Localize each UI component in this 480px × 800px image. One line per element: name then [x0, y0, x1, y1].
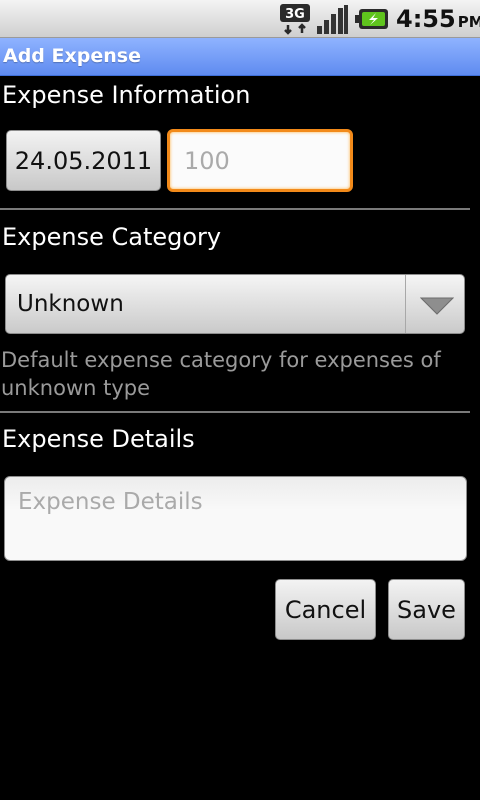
chevron-down-icon	[420, 297, 454, 315]
amount-input[interactable]: 100	[167, 129, 353, 192]
battery-charging-icon	[355, 9, 388, 29]
svg-text:3G: 3G	[285, 7, 305, 22]
section-divider	[0, 411, 470, 413]
3g-data-icon: 3G	[280, 4, 310, 35]
clock-time: 4:55	[396, 5, 456, 33]
title-bar: Add Expense	[0, 38, 480, 76]
expense-details-label: Expense Details	[2, 425, 195, 453]
cancel-button[interactable]: Cancel	[275, 579, 376, 640]
expense-details-input[interactable]: Expense Details	[4, 476, 467, 561]
status-clock: 4:55 PM	[396, 5, 480, 33]
page-title: Add Expense	[3, 45, 141, 67]
expense-information-label: Expense Information	[2, 81, 251, 109]
date-picker-button[interactable]: 24.05.2011	[6, 130, 161, 191]
dropdown-separator	[405, 275, 406, 333]
signal-strength-icon	[317, 5, 348, 34]
section-divider	[0, 208, 470, 210]
save-button[interactable]: Save	[388, 579, 465, 640]
status-bar: 3G 4:55 PM	[0, 0, 480, 38]
category-selected-value: Unknown	[17, 291, 124, 317]
category-description: Default expense category for expenses of…	[1, 348, 441, 400]
clock-ampm: PM	[457, 13, 480, 31]
category-dropdown[interactable]: Unknown	[5, 274, 465, 334]
expense-category-label: Expense Category	[2, 223, 222, 251]
